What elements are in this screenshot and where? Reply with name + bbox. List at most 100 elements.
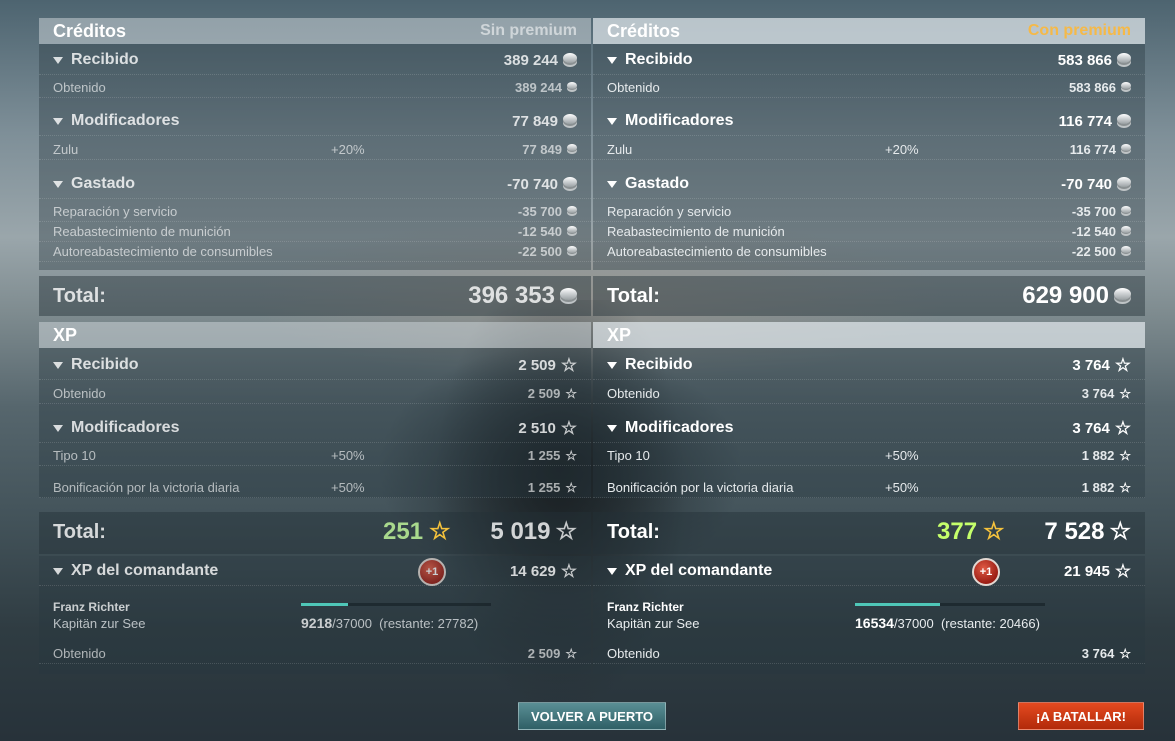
commander-rank: Kapitän zur See [607, 616, 700, 631]
commander-xp-group[interactable]: XP del comandante 21 945 ☆ [593, 557, 1145, 586]
group-value: -70 740 [507, 175, 558, 193]
battle-button[interactable]: ¡A BATALLAR! [1018, 702, 1144, 730]
item-label: Reabastecimiento de munición [53, 224, 231, 239]
item-label: Obtenido [607, 80, 660, 95]
item-percent: +20% [885, 142, 919, 157]
item-value: 389 244 [515, 80, 562, 95]
item-value: 583 866 [1069, 80, 1116, 95]
collapse-triangle-icon[interactable] [607, 56, 617, 64]
group-label: Modificadores [71, 112, 180, 129]
collapse-triangle-icon[interactable] [607, 567, 617, 575]
credits-header: Créditos Sin premium [39, 18, 591, 44]
xp-star-icon: ☆ [555, 518, 577, 545]
group-label: Gastado [71, 175, 136, 192]
credits-modifiers-group[interactable]: Modificadores 116 774 [593, 107, 1145, 136]
item-label: Reparación y servicio [53, 204, 178, 219]
group-label: Recibido [625, 51, 693, 68]
credits-received-group[interactable]: Recibido 583 866 [593, 46, 1145, 75]
progress-current: 9218 [301, 615, 333, 631]
item-value: 2 509 [527, 386, 561, 401]
progress-fill [301, 603, 349, 606]
item-value: 1 882 [1081, 480, 1115, 495]
group-value: 3 764 [1072, 419, 1110, 437]
credit-coin-icon [1117, 114, 1131, 124]
commander-earned-row: Obtenido 3 764 ☆ [593, 644, 1145, 664]
xp-star-icon: ☆ [560, 418, 577, 438]
item-value: -22 500 [517, 244, 562, 259]
item-percent: +50% [885, 480, 919, 495]
credits-received-group[interactable]: Recibido 389 244 [39, 46, 591, 75]
xp-tipo10-row: Tipo 10 +50% 1 882 ☆ [593, 446, 1145, 466]
credit-coin-icon [1121, 226, 1131, 233]
xp-star-icon: ☆ [1114, 355, 1131, 375]
collapse-triangle-icon[interactable] [607, 180, 617, 188]
xp-modifiers-group[interactable]: Modificadores 2 510 ☆ [39, 414, 591, 443]
collapse-triangle-icon[interactable] [53, 56, 63, 64]
item-percent: +50% [331, 480, 365, 495]
item-label: Tipo 10 [607, 448, 650, 463]
credit-coin-icon [563, 53, 577, 63]
collapse-triangle-icon[interactable] [53, 117, 63, 125]
progress-max: /37000 [893, 616, 934, 631]
credits-total-row: Total: 396 353 [39, 278, 591, 314]
xp-star-icon: ☆ [1119, 448, 1131, 463]
credits-spent-group[interactable]: Gastado -70 740 [39, 170, 591, 199]
item-label: Bonificación por la victoria diaria [607, 480, 794, 495]
xp-earned-row: Obtenido 3 764 ☆ [593, 384, 1145, 404]
group-value: 583 866 [1057, 51, 1112, 69]
credits-consumables-row: Autoreabastecimiento de consumibles -22 … [39, 242, 591, 262]
credits-earned-row: Obtenido 583 866 [593, 78, 1145, 98]
xp-modifiers-group[interactable]: Modificadores 3 764 ☆ [593, 414, 1145, 443]
item-percent: +50% [331, 448, 365, 463]
item-value: 1 255 [527, 480, 561, 495]
credit-coin-icon [563, 177, 577, 187]
group-label: Modificadores [625, 419, 734, 436]
progress-remaining: (restante: 20466) [940, 616, 1040, 631]
total-label: Total: [53, 284, 106, 307]
item-value: -12 540 [517, 224, 562, 239]
xp-received-group[interactable]: Recibido 3 764 ☆ [593, 351, 1145, 380]
credits-ammo-row: Reabastecimiento de munición -12 540 [593, 222, 1145, 242]
collapse-triangle-icon[interactable] [607, 361, 617, 369]
premium-label: Con premium [1027, 22, 1131, 39]
group-label: Modificadores [625, 112, 734, 129]
total-value: 5 019 [490, 518, 551, 545]
item-label: Autoreabastecimiento de consumibles [53, 244, 273, 259]
xp-star-icon: ☆ [1119, 480, 1131, 495]
collapse-triangle-icon[interactable] [53, 180, 63, 188]
item-value: 2 509 [527, 646, 561, 661]
collapse-triangle-icon[interactable] [53, 567, 63, 575]
commander-xp-group[interactable]: XP del comandante 14 629 ☆ [39, 557, 591, 586]
collapse-triangle-icon[interactable] [607, 117, 617, 125]
item-value: 1 882 [1081, 448, 1115, 463]
credits-spent-group[interactable]: Gastado -70 740 [593, 170, 1145, 199]
results-column-premium: Créditos Con premium Recibido 583 866 Ob… [593, 18, 1145, 674]
free-xp-number: 377 [937, 518, 978, 545]
collapse-triangle-icon[interactable] [53, 424, 63, 432]
credits-total-row: Total: 629 900 [593, 278, 1145, 314]
xp-tipo10-row: Tipo 10 +50% 1 255 ☆ [39, 446, 591, 466]
credits-ammo-row: Reabastecimiento de munición -12 540 [39, 222, 591, 242]
progress-remaining: (restante: 27782) [379, 616, 479, 631]
xp-total-row: Total: 7 528 ☆ [593, 514, 1145, 550]
credit-coin-icon [1121, 246, 1131, 253]
item-percent: +50% [885, 448, 919, 463]
xp-star-icon: ☆ [1114, 561, 1131, 581]
credits-zulu-row: Zulu +20% 77 849 [39, 140, 591, 160]
group-value: 14 629 [509, 562, 556, 580]
collapse-triangle-icon[interactable] [53, 361, 63, 369]
credit-coin-icon [567, 144, 577, 151]
credit-coin-icon [1114, 288, 1131, 300]
xp-earned-row: Obtenido 2 509 ☆ [39, 384, 591, 404]
total-label: Total: [607, 284, 660, 307]
commander-earned-row: Obtenido 2 509 ☆ [39, 644, 591, 664]
item-label: Obtenido [53, 646, 106, 661]
free-xp-number: 251 [383, 518, 424, 545]
item-label: Autoreabastecimiento de consumibles [607, 244, 827, 259]
credits-modifiers-group[interactable]: Modificadores 77 849 [39, 107, 591, 136]
item-label: Obtenido [53, 80, 106, 95]
xp-received-group[interactable]: Recibido 2 509 ☆ [39, 351, 591, 380]
collapse-triangle-icon[interactable] [607, 424, 617, 432]
group-value: 2 509 [518, 356, 556, 374]
return-to-port-button[interactable]: VOLVER A PUERTO [518, 702, 666, 730]
